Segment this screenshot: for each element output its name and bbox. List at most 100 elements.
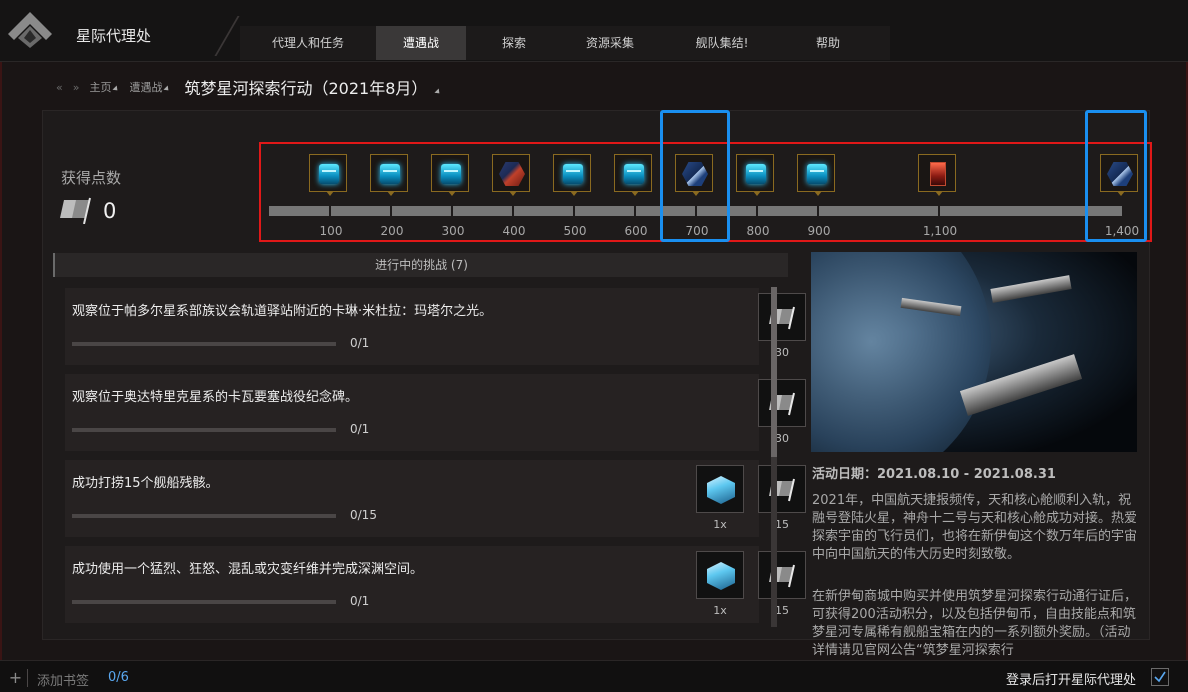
tab-resource-harvesting[interactable]: 资源采集 (566, 26, 654, 60)
milestone-label: 100 (319, 224, 343, 238)
app-title: 星际代理处 (76, 27, 152, 45)
challenge-reward-cube[interactable] (696, 551, 744, 599)
blue-crate-icon (380, 164, 400, 184)
event-date: 活动日期：2021.08.10 - 2021.08.31 (812, 467, 1056, 482)
challenge-reward-flag[interactable] (758, 551, 806, 599)
milestone-label: 300 (441, 224, 465, 238)
challenge-row[interactable]: 成功打捞15个舰船残骸。 0/15 1x 15 (65, 460, 806, 537)
milestone-highlight-box (1085, 110, 1147, 242)
add-bookmark-label[interactable]: 添加书签 (37, 670, 89, 689)
challenge-reward-flag[interactable] (758, 293, 806, 341)
login-open-checkbox[interactable] (1151, 668, 1169, 686)
event-description: 2021年，中国航天捷报频传，天和核心舱顺利入轨，祝融号登陆火星，神舟十二号与天… (812, 493, 1138, 562)
challenge-progress-text: 0/1 (350, 336, 370, 350)
blue-crate-icon (563, 164, 583, 184)
track-tick (938, 206, 940, 216)
challenge-progress-text: 0/15 (350, 508, 377, 522)
back-arrow-icon[interactable]: « (56, 81, 63, 94)
challenge-reward-amount: 15 (775, 604, 789, 617)
challenge-reward-amount: 1x (713, 518, 727, 531)
red-ship-skin-icon (499, 162, 525, 186)
milestone-reward-blue-crate[interactable] (309, 154, 347, 196)
challenge-row[interactable]: 成功使用一个猛烈、狂怒、混乱或灾变纤维并完成深渊空间。 0/1 1x 15 (65, 546, 806, 623)
challenge-progress-text: 0/1 (350, 422, 370, 436)
milestone-label: 1,100 (922, 224, 958, 238)
blue-crate-icon (441, 164, 461, 184)
agency-logo-icon (8, 12, 52, 48)
challenge-reward-amount: 1x (713, 604, 727, 617)
banner-ship (990, 275, 1072, 303)
challenge-reward-flag[interactable] (758, 379, 806, 427)
milestone-reward-blue-crate[interactable] (553, 154, 591, 196)
challenge-progress-text: 0/1 (350, 594, 370, 608)
tab-help[interactable]: 帮助 (792, 26, 864, 60)
track-tick (634, 206, 636, 216)
challenge-reward-cube[interactable] (696, 465, 744, 513)
milestone-label: 200 (380, 224, 404, 238)
title-divider (186, 16, 240, 56)
checkmark-icon (1154, 671, 1166, 683)
milestone-highlight-box (660, 110, 730, 242)
dropdown-caret-icon (434, 88, 442, 96)
challenge-row[interactable]: 观察位于奥达特里克星系的卡瓦要塞战役纪念碑。 0/1 30 (65, 374, 806, 451)
challenge-reward-flag[interactable] (758, 465, 806, 513)
event-banner-image (811, 252, 1137, 452)
dropdown-caret-icon (163, 85, 172, 93)
milestone-reward-red-ship-skin[interactable] (492, 154, 530, 196)
tab-encounters[interactable]: 遭遇战 (376, 26, 466, 60)
main-nav: 代理人和任务 遭遇战 探索 资源采集 舰队集结! 帮助 (240, 26, 890, 60)
flag-icon (60, 197, 91, 224)
points-label: 获得点数 (61, 169, 122, 187)
milestone-reward-red-container[interactable] (918, 154, 956, 196)
milestone-label: 800 (746, 224, 770, 238)
milestone-label: 600 (624, 224, 648, 238)
track-tick (512, 206, 514, 216)
breadcrumb-item-home[interactable]: 主页 (89, 79, 121, 95)
milestone-reward-blue-crate[interactable] (431, 154, 469, 196)
tab-exploration[interactable]: 探索 (476, 26, 552, 60)
page-title-label: 筑梦星河探索行动（2021年8月） (184, 79, 428, 98)
challenge-progress-bar (72, 514, 336, 518)
page-title[interactable]: 筑梦星河探索行动（2021年8月） (184, 75, 442, 99)
track-tick (817, 206, 819, 216)
track-tick (756, 206, 758, 216)
milestone-reward-blue-crate[interactable] (370, 154, 408, 196)
challenge-list-scroll-thumb[interactable] (771, 287, 777, 457)
cube-icon (707, 476, 735, 504)
challenge-progress-bar (72, 600, 336, 604)
milestone-label: 500 (563, 224, 587, 238)
challenge-reward-amount: 30 (775, 432, 789, 445)
forward-arrow-icon[interactable]: » (73, 81, 80, 94)
track-tick (329, 206, 331, 216)
tab-agents-missions[interactable]: 代理人和任务 (254, 26, 362, 60)
milestone-reward-blue-crate[interactable] (614, 154, 652, 196)
challenge-title: 成功打捞15个舰船残骸。 (72, 476, 219, 491)
challenge-title: 观察位于帕多尔星系部族议会轨道驿站附近的卡琳·米杜拉：玛塔尔之光。 (72, 304, 493, 319)
top-bar: 星际代理处 代理人和任务 遭遇战 探索 资源采集 舰队集结! 帮助 (0, 0, 1188, 62)
challenge-progress-bar (72, 342, 336, 346)
breadcrumb-home-label: 主页 (89, 81, 112, 94)
milestone-label: 400 (502, 224, 526, 238)
challenge-row[interactable]: 观察位于帕多尔星系部族议会轨道驿站附近的卡琳·米杜拉：玛塔尔之光。 0/1 30 (65, 288, 806, 365)
add-bookmark-button[interactable]: + (4, 669, 28, 687)
breadcrumb: « » 主页 遭遇战 筑梦星河探索行动（2021年8月） (56, 72, 442, 102)
tab-fleet-assembly[interactable]: 舰队集结! (680, 26, 764, 60)
track-tick (390, 206, 392, 216)
blue-crate-icon (807, 164, 827, 184)
milestone-reward-blue-crate[interactable] (797, 154, 835, 196)
milestone-reward-blue-crate[interactable] (736, 154, 774, 196)
bookmark-count: 0/6 (108, 670, 129, 685)
blue-crate-icon (319, 164, 339, 184)
blue-crate-icon (746, 164, 766, 184)
challenge-title: 成功使用一个猛烈、狂怒、混乱或灾变纤维并完成深渊空间。 (72, 562, 424, 577)
breadcrumb-item-encounters[interactable]: 遭遇战 (129, 79, 172, 95)
track-tick (573, 206, 575, 216)
event-pass-info: 在新伊甸商城中购买并使用筑梦星河探索行动通行证后，可获得200活动积分，以及包括… (812, 589, 1138, 658)
points-value: 0 (103, 199, 117, 223)
dropdown-caret-icon (112, 85, 121, 93)
track-tick (451, 206, 453, 216)
challenge-reward-amount: 30 (775, 346, 789, 359)
challenges-header: 进行中的挑战 (7) (53, 253, 788, 277)
challenge-progress-bar (72, 428, 336, 432)
red-container-icon (930, 162, 946, 186)
